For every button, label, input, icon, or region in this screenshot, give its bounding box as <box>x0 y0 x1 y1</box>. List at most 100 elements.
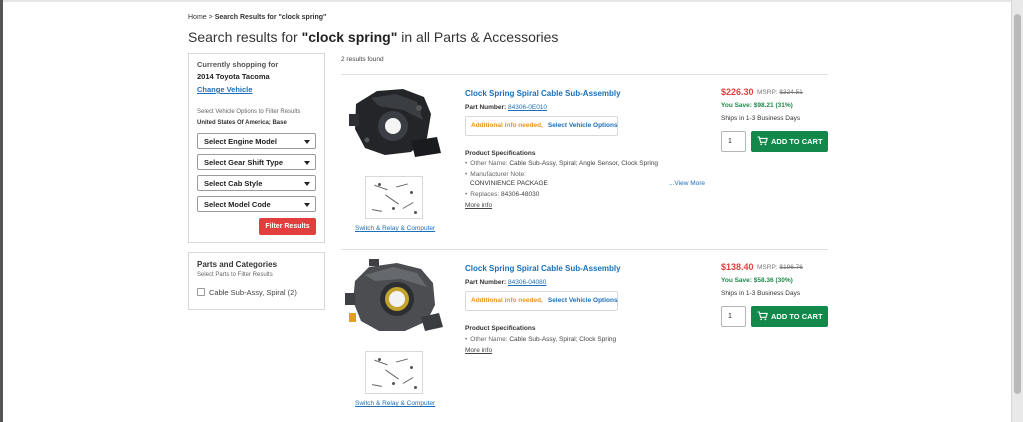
header-divider <box>3 0 1011 2</box>
product-image[interactable] <box>341 259 448 337</box>
page-title-suffix: in all Parts & Accessories <box>397 29 559 45</box>
shipping-text: Ships in 1-3 Business Days <box>721 115 801 122</box>
product-title[interactable]: Clock Spring Spiral Cable Sub-Assembly <box>465 89 621 98</box>
savings-text: You Save: $58.36 (30%) <box>721 277 793 284</box>
parts-filter-hint: Select Parts to Filter Results <box>197 272 273 278</box>
product-title[interactable]: Clock Spring Spiral Cable Sub-Assembly <box>465 264 621 273</box>
select-cab-style-label: Select Cab Style <box>204 179 263 188</box>
select-cab-style[interactable]: Select Cab Style <box>197 175 316 191</box>
part-number-label: Part Number: <box>465 279 507 286</box>
spec-replaces-label: Replaces: <box>470 191 500 198</box>
quantity-input[interactable]: 1 <box>721 131 746 152</box>
diagram-thumbnail[interactable] <box>365 351 423 394</box>
product-price: $226.30 <box>721 87 754 97</box>
select-engine-model[interactable]: Select Engine Model <box>197 133 316 149</box>
diagram-dot <box>414 386 417 389</box>
msrp-value: $324.51 <box>779 89 803 96</box>
category-checkbox[interactable] <box>197 288 205 296</box>
currently-shopping-label: Currently shopping for <box>197 60 279 69</box>
savings-text: You Save: $98.21 (31%) <box>721 102 793 109</box>
select-vehicle-options-link[interactable]: Select Vehicle Options <box>548 122 618 129</box>
select-gear-shift-type[interactable]: Select Gear Shift Type <box>197 154 316 170</box>
quantity-input[interactable]: 1 <box>721 306 746 327</box>
diagram-dot <box>392 207 395 210</box>
part-number-link[interactable]: 84306-04080 <box>508 279 546 286</box>
cart-icon <box>757 136 768 146</box>
scrollbar-thumb[interactable] <box>1014 14 1021 394</box>
diagram-line <box>371 384 383 387</box>
vehicle-options-hint: Select Vehicle Options to Filter Results <box>197 109 301 115</box>
category-label[interactable]: Cable Sub-Assy, Spiral (2) <box>209 288 297 297</box>
diagram-thumbnail[interactable] <box>365 176 423 219</box>
shipping-text: Ships in 1-3 Business Days <box>721 290 801 297</box>
page-title-prefix: Search results for <box>188 29 302 45</box>
diagram-line <box>402 377 414 384</box>
diagram-line <box>402 202 414 209</box>
more-info-link[interactable]: More info <box>465 347 492 354</box>
spec-other-name-label: Other Name: <box>470 336 508 343</box>
select-gear-shift-type-label: Select Gear Shift Type <box>204 158 284 167</box>
results-count: 2 results found <box>341 56 384 63</box>
diagram-dot <box>410 366 413 369</box>
product-image[interactable] <box>341 84 448 162</box>
notice-warning: Additional info needed, <box>471 122 543 129</box>
spec-other-name-label: Other Name: <box>470 160 508 167</box>
parts-categories-title: Parts and Categories <box>197 260 278 269</box>
product-msrp: MSRP: $324.51 <box>757 89 803 96</box>
vehicle-name: 2014 Toyota Tacoma <box>197 72 270 81</box>
select-model-code-label: Select Model Code <box>204 200 271 209</box>
vertical-scrollbar[interactable] <box>1011 0 1023 422</box>
selected-vehicle-options: United States Of America; Base <box>197 120 287 126</box>
results-divider <box>341 74 828 75</box>
add-to-cart-button[interactable]: ADD TO CART <box>751 306 828 327</box>
spec-manufacturer-note: • Manufacturer Note: <box>465 171 526 178</box>
diagram-dot <box>410 191 413 194</box>
chevron-down-icon <box>304 161 310 165</box>
breadcrumb-separator: > <box>208 14 213 21</box>
diagram-line <box>396 183 408 188</box>
window-edge-left <box>0 0 3 422</box>
spec-other-name-value: Cable Sub-Assy, Spiral; Clock Spring <box>509 336 617 343</box>
diagram-link[interactable]: Switch & Relay & Computer <box>355 400 435 407</box>
diagram-line <box>374 359 388 366</box>
more-info-link[interactable]: More info <box>465 202 492 209</box>
select-vehicle-options-link[interactable]: Select Vehicle Options <box>548 297 618 304</box>
vehicle-panel: Currently shopping for 2014 Toyota Tacom… <box>188 53 325 243</box>
part-number-label: Part Number: <box>465 104 507 111</box>
diagram-line <box>371 209 383 212</box>
add-to-cart-label: ADD TO CART <box>771 137 823 146</box>
diagram-link[interactable]: Switch & Relay & Computer <box>355 225 435 232</box>
part-number-link[interactable]: 84306-0E010 <box>508 104 547 111</box>
specs-heading: Product Specifications <box>465 150 536 157</box>
diagram-line <box>385 369 399 380</box>
product-card: Switch & Relay & Computer Clock Spring S… <box>341 84 828 250</box>
breadcrumb-home[interactable]: Home <box>188 14 207 21</box>
info-needed-notice: Additional info needed, Select Vehicle Op… <box>465 116 618 136</box>
view-more-link[interactable]: ...View More <box>669 180 705 187</box>
diagram-dot <box>378 358 381 361</box>
add-to-cart-button[interactable]: ADD TO CART <box>751 131 828 152</box>
notice-warning: Additional info needed, <box>471 297 543 304</box>
filter-results-button[interactable]: Filter Results <box>259 218 316 235</box>
change-vehicle-link[interactable]: Change Vehicle <box>197 85 252 94</box>
search-query: "clock spring" <box>301 29 398 45</box>
spec-other-name: • Other Name: Cable Sub-Assy, Spiral; Ang… <box>465 160 659 167</box>
info-needed-notice: Additional info needed, Select Vehicle Op… <box>465 291 618 311</box>
msrp-label: MSRP: <box>757 264 778 271</box>
breadcrumb-current: Search Results for "clock spring" <box>214 14 327 21</box>
msrp-label: MSRP: <box>757 89 778 96</box>
spec-replaces-value: 84306-48030 <box>501 191 540 198</box>
chevron-down-icon <box>304 140 310 144</box>
cart-icon <box>757 311 768 321</box>
add-to-cart-label: ADD TO CART <box>771 312 823 321</box>
specs-heading: Product Specifications <box>465 325 536 332</box>
results-divider <box>341 249 828 250</box>
page-title: Search results for "clock spring" in all… <box>188 29 558 45</box>
part-number: Part Number: 84306-0E010 <box>465 104 547 111</box>
parts-categories-panel: Parts and Categories Select Parts to Fil… <box>188 252 325 310</box>
diagram-line <box>374 184 388 191</box>
chevron-down-icon <box>304 182 310 186</box>
spec-replaces: • Replaces: 84306-48030 <box>465 191 540 198</box>
select-model-code[interactable]: Select Model Code <box>197 196 316 212</box>
product-msrp: MSRP: $196.76 <box>757 264 803 271</box>
